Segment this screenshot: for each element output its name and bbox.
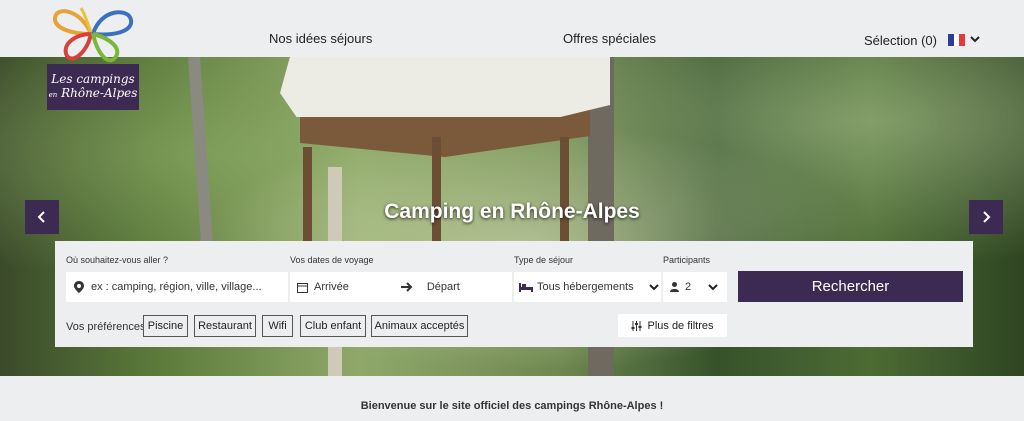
search-panel: Où souhaitez-vous aller ? ex : camping, … (55, 241, 973, 347)
participants-label: Participants (663, 255, 711, 265)
search-button[interactable]: Rechercher (738, 271, 963, 302)
more-filters-button[interactable]: Plus de filtres (618, 314, 727, 337)
logo-line-2: en Rhône-Alpes (49, 86, 138, 102)
dates-label: Vos dates de voyage (290, 255, 374, 265)
arrival-date[interactable]: Arrivée (314, 281, 349, 293)
participants-select[interactable]: 2 (663, 272, 727, 302)
logo-line-1: Les campings (51, 72, 135, 86)
site-logo[interactable]: Les campings en Rhône-Alpes (47, 4, 139, 110)
departure-date[interactable]: Départ (427, 281, 460, 293)
selection-link[interactable]: Sélection (0) (864, 33, 937, 48)
calendar-icon (297, 282, 308, 293)
person-icon (670, 282, 679, 292)
chevron-right-icon (983, 211, 991, 223)
nav-offres-speciales[interactable]: Offres spéciales (563, 31, 656, 46)
more-filters-label: Plus de filtres (647, 319, 714, 332)
destination-placeholder: ex : camping, région, ville, village... (91, 281, 262, 293)
map-pin-icon (74, 281, 84, 293)
hero-title: Camping en Rhône-Alpes (384, 200, 640, 223)
pref-chip-wifi[interactable]: Wifi (262, 315, 293, 337)
bed-icon (519, 283, 533, 292)
butterfly-logo-icon (53, 7, 134, 63)
nav-idees-sejours[interactable]: Nos idées séjours (269, 31, 372, 46)
preferences-label: Vos préférences : (66, 321, 152, 333)
logo-line-2-main: Rhône-Alpes (61, 86, 138, 100)
pref-chip-restaurant[interactable]: Restaurant (194, 315, 256, 337)
french-flag-icon[interactable] (948, 34, 966, 46)
sliders-icon (631, 320, 642, 331)
logo-text-box: Les campings en Rhône-Alpes (47, 64, 139, 110)
stay-type-label: Type de séjour (514, 255, 574, 265)
platform-post (560, 137, 569, 257)
participants-value: 2 (685, 281, 692, 293)
carousel-prev-button[interactable] (25, 200, 59, 234)
destination-field[interactable]: ex : camping, région, ville, village... (66, 272, 288, 302)
dates-field[interactable]: Arrivée Départ (290, 272, 512, 302)
carousel-next-button[interactable] (969, 200, 1003, 234)
pref-chip-club-enfant[interactable]: Club enfant (300, 315, 366, 337)
site-header: Les campings en Rhône-Alpes Nos idées sé… (0, 0, 1024, 110)
chevron-down-icon (708, 284, 718, 291)
chevron-down-icon[interactable] (969, 33, 981, 45)
chevron-down-icon (648, 284, 659, 291)
welcome-text: Bienvenue sur le site officiel des campi… (360, 400, 664, 412)
pref-chip-piscine[interactable]: Piscine (143, 315, 188, 337)
destination-label: Où souhaitez-vous aller ? (66, 255, 169, 265)
tent-canvas (280, 57, 610, 117)
arrow-right-icon (400, 282, 413, 292)
chevron-left-icon (37, 211, 45, 223)
stay-type-select[interactable]: Tous hébergements (514, 272, 661, 302)
pref-chip-animaux[interactable]: Animaux acceptés (371, 315, 468, 337)
stay-type-value: Tous hébergements (537, 281, 634, 293)
logo-line-2-small: en (48, 91, 58, 99)
